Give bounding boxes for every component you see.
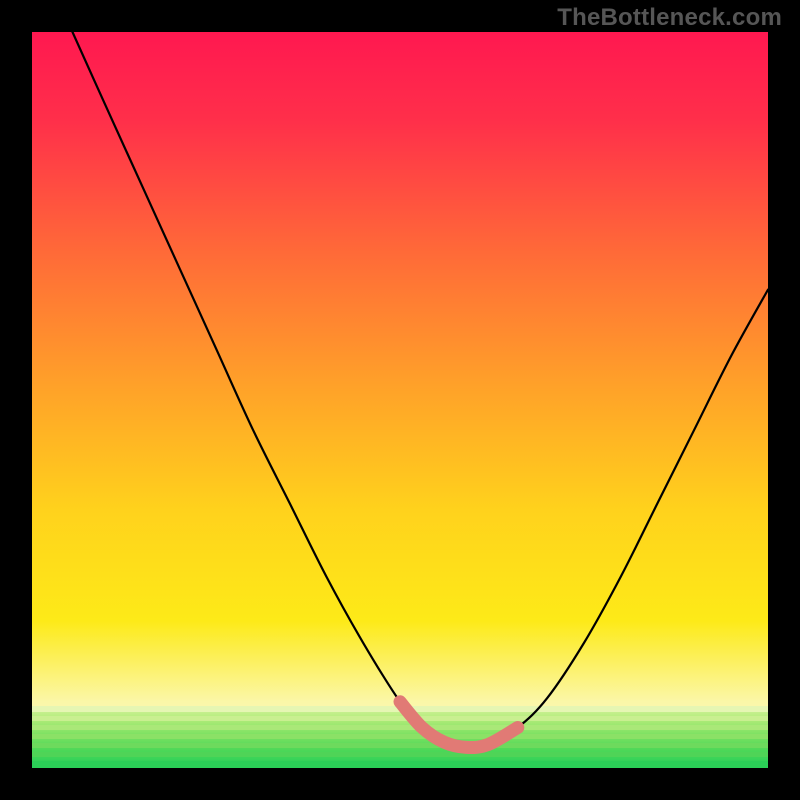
green-bottom-band [32,706,768,768]
chart-svg [32,32,768,768]
watermark-text: TheBottleneck.com [557,4,782,32]
chart-frame: TheBottleneck.com [0,0,800,800]
plot-area [32,32,768,768]
gradient-background [32,32,768,768]
